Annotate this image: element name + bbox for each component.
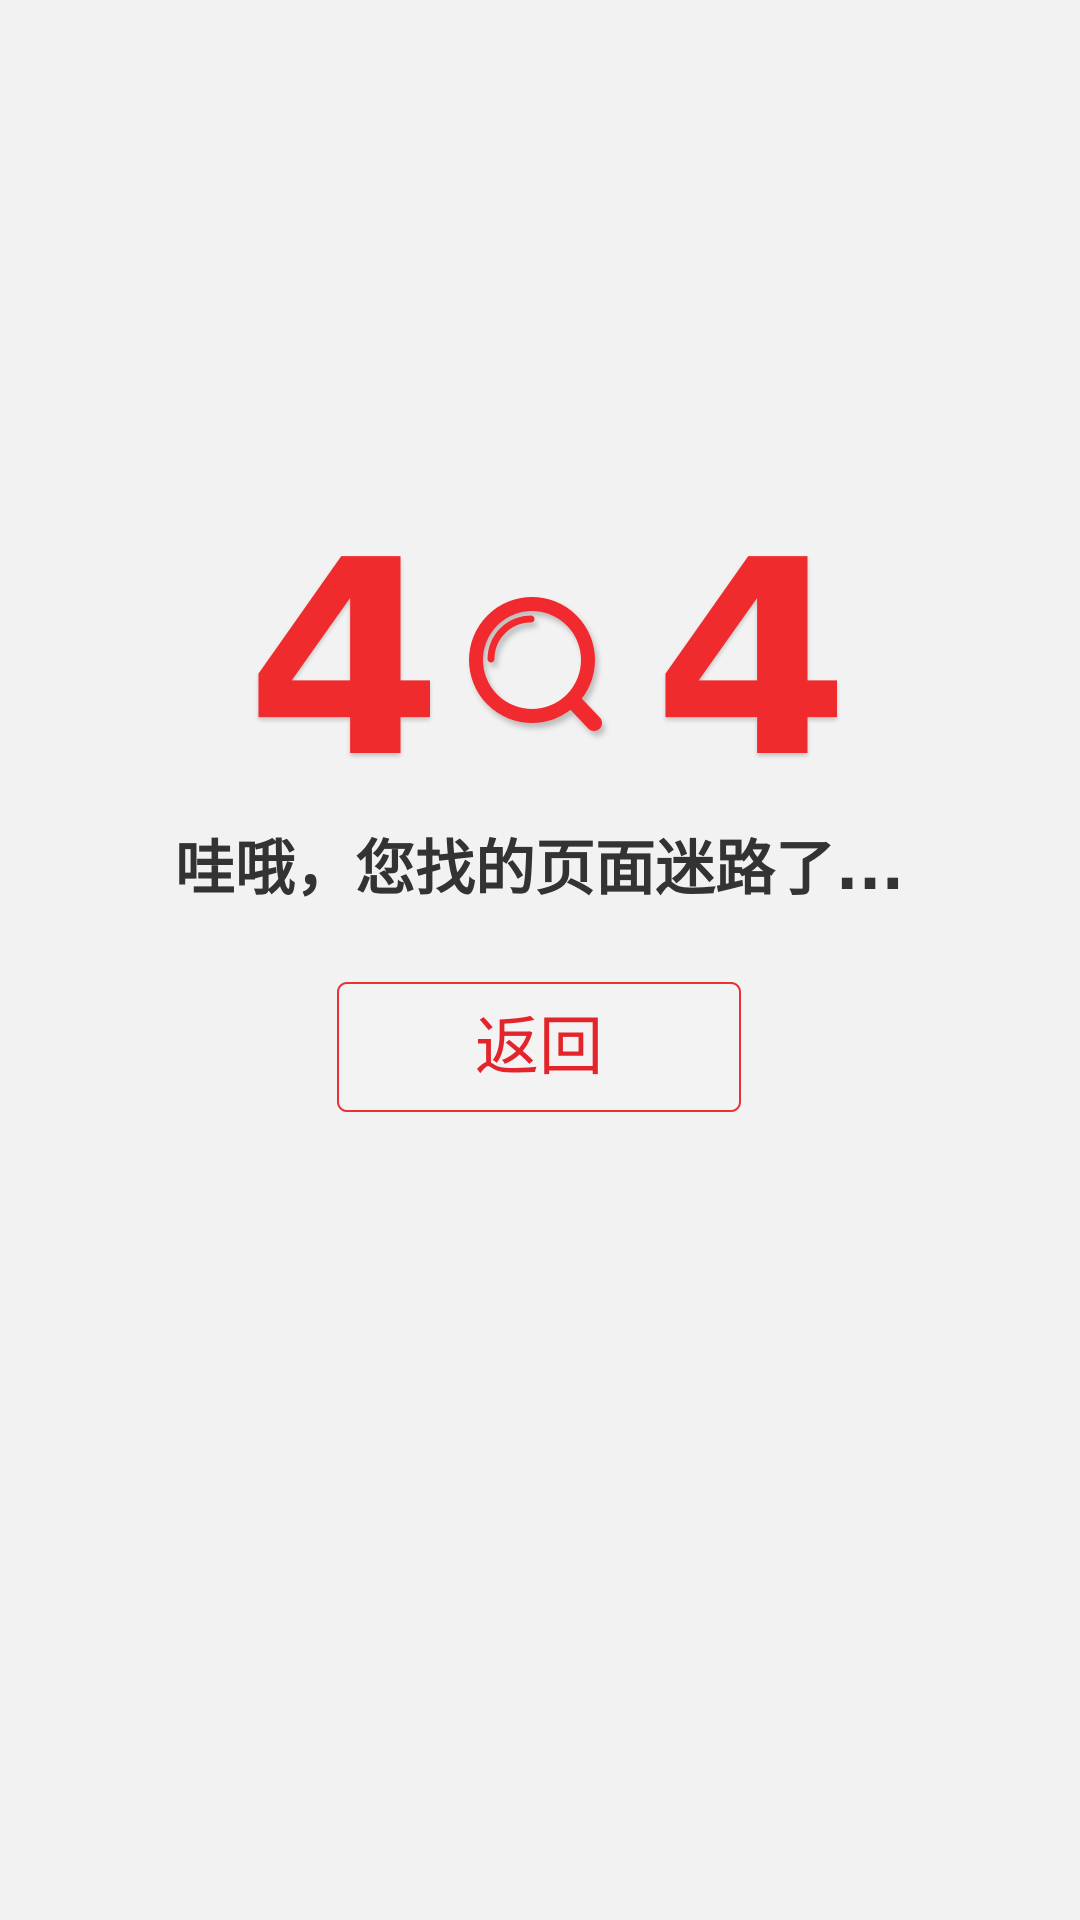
back-button[interactable]: 返回 (337, 982, 741, 1112)
magnifier-icon (469, 597, 602, 731)
error-code-left-digit: 4 (245, 502, 444, 817)
error-code-right-digit: 4 (652, 502, 851, 817)
error-404-graphic: 4 4 (0, 0, 1080, 1920)
error-message: 哇哦，您找的页面迷路了... (175, 834, 905, 904)
